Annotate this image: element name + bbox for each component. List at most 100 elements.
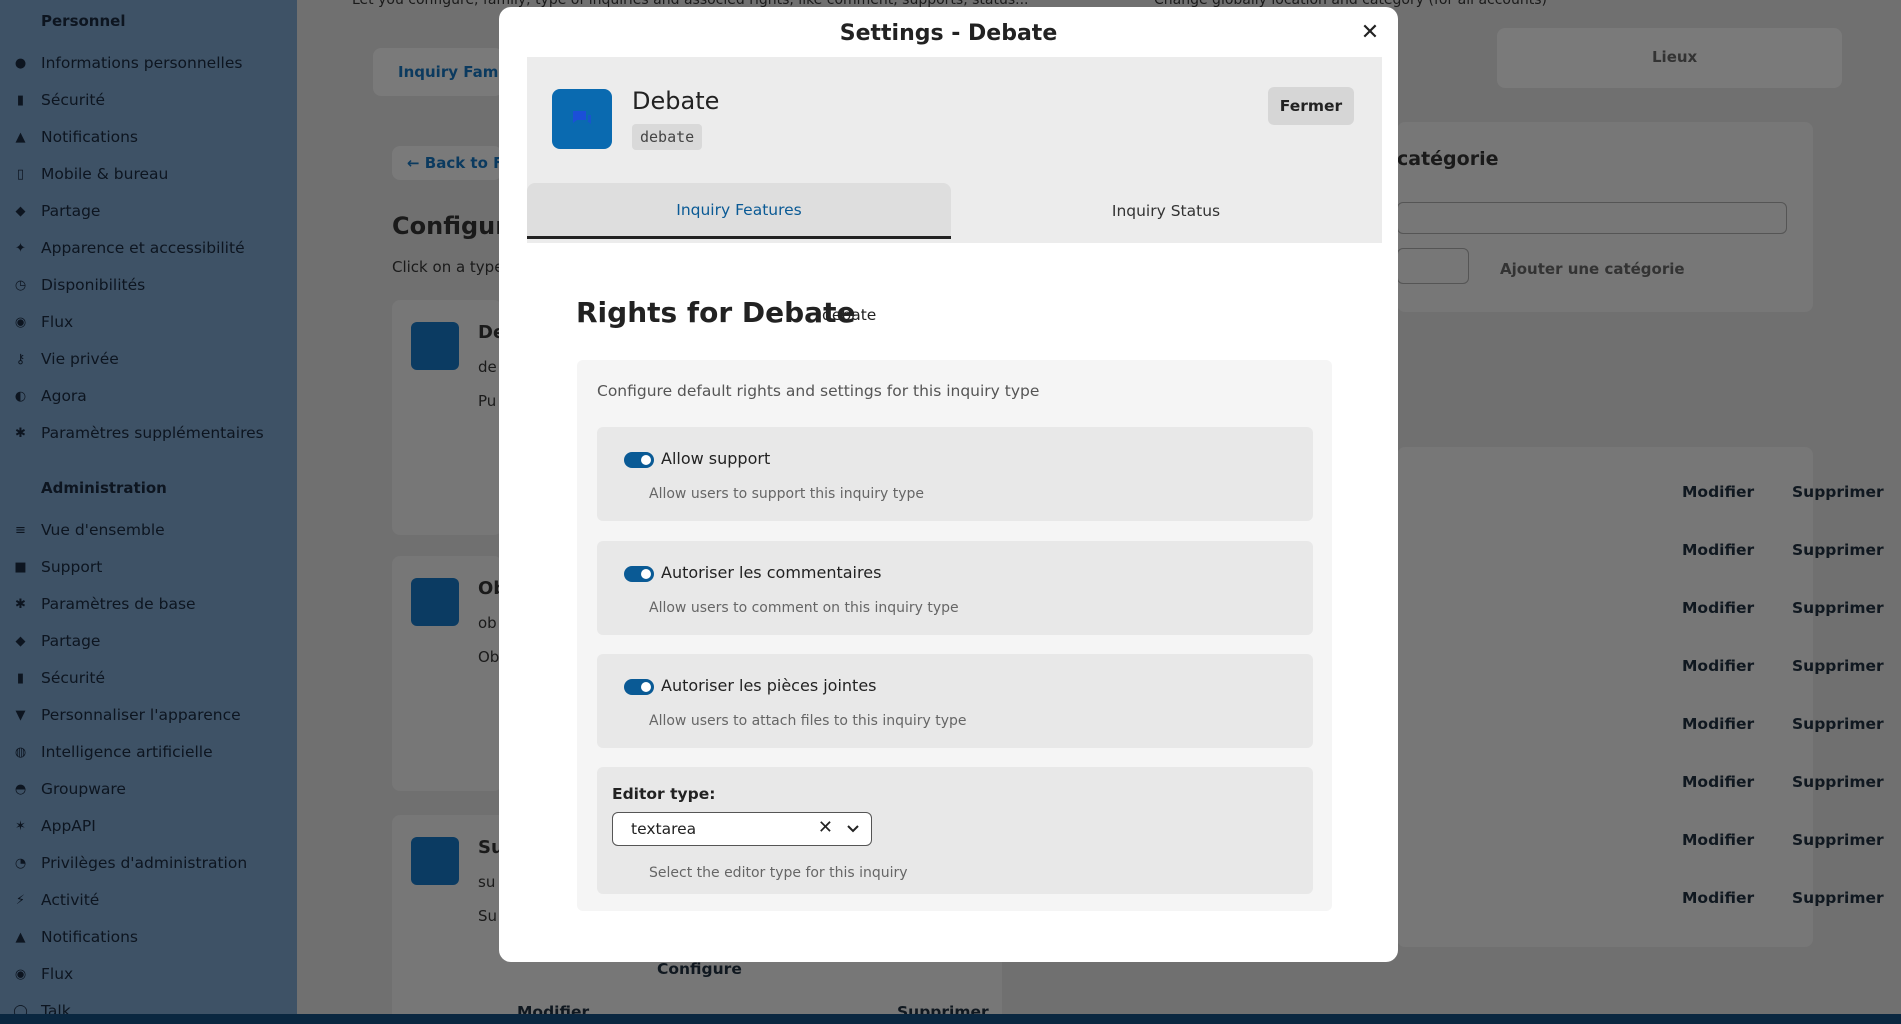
sidebar-item[interactable]: ⚷ Vie privée bbox=[0, 344, 297, 374]
lock-icon: ▮ bbox=[16, 92, 25, 108]
sidebar-item[interactable]: ■ Support bbox=[0, 552, 297, 582]
type-name: Debate bbox=[632, 87, 720, 115]
gear-icon: ✱ bbox=[15, 596, 26, 612]
category-panel: catégorie Ajouter une catégorie bbox=[1397, 122, 1813, 312]
sidebar-item[interactable]: ✦ Apparence et accessibilité bbox=[0, 233, 297, 263]
chevron-down-icon[interactable] bbox=[845, 821, 861, 837]
modify-button[interactable]: Modifier bbox=[1682, 715, 1754, 733]
sidebar-item[interactable]: ✱ Paramètres supplémentaires bbox=[0, 418, 297, 448]
sidebar-item-label: Activité bbox=[41, 891, 100, 909]
modify-button[interactable]: Modifier bbox=[1682, 831, 1754, 849]
sidebar-item-label: Privilèges d'administration bbox=[41, 854, 248, 872]
lightning-icon: ⚡ bbox=[15, 892, 26, 908]
sidebar-item[interactable]: ◆ Partage bbox=[0, 196, 297, 226]
sidebar-item[interactable]: ▲ Notifications bbox=[0, 122, 297, 152]
allow-attachments-toggle[interactable] bbox=[624, 679, 654, 695]
modify-button[interactable]: Modifier bbox=[1682, 599, 1754, 617]
sidebar: Personnel ● Informations personnelles ▮ Séc… bbox=[0, 0, 297, 1024]
delete-button[interactable]: Supprimer bbox=[1792, 541, 1884, 559]
phone-icon: ▯ bbox=[16, 166, 25, 182]
sidebar-item-label: Apparence et accessibilité bbox=[41, 239, 245, 257]
back-link[interactable]: ← Back to Fa bbox=[392, 146, 513, 180]
bottom-strip bbox=[0, 1014, 1901, 1024]
delete-button[interactable]: Supprimer bbox=[1792, 889, 1884, 907]
sidebar-item[interactable]: ◆ Partage bbox=[0, 626, 297, 656]
modify-button[interactable]: Modifier bbox=[1682, 773, 1754, 791]
modify-button[interactable]: Modifier bbox=[1682, 657, 1754, 675]
type-card-key: su bbox=[478, 873, 496, 891]
modal-title: Settings - Debate bbox=[839, 21, 1058, 46]
editor-type-select[interactable]: textarea ✕ bbox=[612, 812, 872, 846]
editor-type-help: Select the editor type for this inquiry bbox=[649, 865, 908, 881]
configure-button[interactable]: Configure bbox=[657, 960, 742, 978]
sidebar-item[interactable]: ▼ Personnaliser l'apparence bbox=[0, 700, 297, 730]
modify-button[interactable]: Modifier bbox=[1682, 483, 1754, 501]
delete-button[interactable]: Supprimer bbox=[1792, 483, 1884, 501]
share-icon: ◆ bbox=[15, 633, 26, 649]
sidebar-item[interactable]: ▮ Sécurité bbox=[0, 85, 297, 115]
accessibility-icon: ✦ bbox=[15, 240, 26, 256]
lock-icon: ▮ bbox=[16, 670, 25, 686]
sidebar-item[interactable]: ⚡ Activité bbox=[0, 885, 297, 915]
sidebar-item-label: Flux bbox=[41, 965, 74, 983]
sidebar-item[interactable]: ◔ Privilèges d'administration bbox=[0, 848, 297, 878]
back-link-label: ← Back to Fa bbox=[407, 154, 513, 172]
delete-button[interactable]: Supprimer bbox=[1792, 773, 1884, 791]
sliders-icon: ≡ bbox=[15, 522, 26, 538]
sidebar-item[interactable]: ◉ Flux bbox=[0, 307, 297, 337]
chat-icon: ■ bbox=[14, 559, 27, 575]
sidebar-item[interactable]: ● Informations personnelles bbox=[0, 48, 297, 78]
allow-comments-toggle[interactable] bbox=[624, 566, 654, 582]
agora-icon: ◐ bbox=[14, 388, 27, 404]
modify-button[interactable]: Modifier bbox=[1682, 889, 1754, 907]
tab-inquiry-family[interactable]: Inquiry Famil bbox=[373, 48, 509, 96]
sidebar-item[interactable]: ◐ Agora bbox=[0, 381, 297, 411]
tab-inquiry-status[interactable]: Inquiry Status bbox=[951, 183, 1381, 239]
sidebar-item[interactable]: ▯ Mobile & bureau bbox=[0, 159, 297, 189]
sidebar-item-label: Paramètres supplémentaires bbox=[41, 424, 264, 442]
feature-help: Allow users to comment on this inquiry t… bbox=[649, 600, 959, 616]
type-card-desc: Su bbox=[478, 907, 498, 925]
allow-support-toggle[interactable] bbox=[624, 452, 654, 468]
sidebar-item[interactable]: ✶ AppAPI bbox=[0, 811, 297, 841]
tab-inquiry-features[interactable]: Inquiry Features bbox=[527, 183, 951, 239]
chat-icon bbox=[411, 322, 459, 370]
sidebar-item[interactable]: ▮ Sécurité bbox=[0, 663, 297, 693]
modify-button[interactable]: Modifier bbox=[1682, 541, 1754, 559]
sidebar-item[interactable]: ◉ Flux bbox=[0, 959, 297, 989]
delete-button[interactable]: Supprimer bbox=[1792, 831, 1884, 849]
sidebar-item-label: Notifications bbox=[41, 928, 139, 946]
clear-icon[interactable]: ✕ bbox=[818, 817, 833, 838]
tab-places-label: Lieux bbox=[1652, 48, 1698, 66]
sidebar-item[interactable]: ◍ Intelligence artificielle bbox=[0, 737, 297, 767]
person-icon: ● bbox=[14, 55, 27, 71]
delete-button[interactable]: Supprimer bbox=[1792, 715, 1884, 733]
sidebar-item[interactable]: ◓ Groupware bbox=[0, 774, 297, 804]
type-card-key: ob bbox=[478, 614, 497, 632]
tab-places[interactable]: Lieux bbox=[1497, 28, 1842, 88]
delete-button[interactable]: Supprimer bbox=[1792, 599, 1884, 617]
close-button[interactable]: Fermer bbox=[1268, 87, 1354, 125]
sidebar-item[interactable]: ▲ Notifications bbox=[0, 922, 297, 952]
sidebar-item-label: Partage bbox=[41, 202, 101, 220]
sidebar-item[interactable]: ≡ Vue d'ensemble bbox=[0, 515, 297, 545]
add-category-button[interactable]: Ajouter une catégorie bbox=[1500, 260, 1685, 278]
sidebar-item[interactable]: ◷ Disponibilités bbox=[0, 270, 297, 300]
admin-icon: ◔ bbox=[14, 855, 27, 871]
delete-button[interactable]: Supprimer bbox=[1792, 657, 1884, 675]
section-admin-title: Administration bbox=[41, 479, 167, 497]
category-list: Modifier Supprimer Modifier Supprimer Modifi… bbox=[1397, 447, 1884, 947]
type-card[interactable]: Ob ob Ob bbox=[392, 556, 506, 791]
objection-icon bbox=[411, 578, 459, 626]
category-heading: catégorie bbox=[1397, 148, 1499, 170]
sidebar-item-label: Personnaliser l'apparence bbox=[41, 706, 241, 724]
sidebar-item[interactable]: ✱ Paramètres de base bbox=[0, 589, 297, 619]
close-icon[interactable]: ✕ bbox=[1356, 19, 1384, 47]
settings-description: Configure default rights and settings fo… bbox=[597, 382, 1040, 400]
clock-icon: ◷ bbox=[14, 277, 27, 293]
sidebar-item-label: Notifications bbox=[41, 128, 139, 146]
category-select[interactable] bbox=[1397, 248, 1469, 284]
type-card[interactable]: De de Pu bbox=[392, 300, 505, 535]
click-hint: Click on a type bbox=[392, 258, 504, 276]
category-input[interactable] bbox=[1397, 202, 1787, 234]
